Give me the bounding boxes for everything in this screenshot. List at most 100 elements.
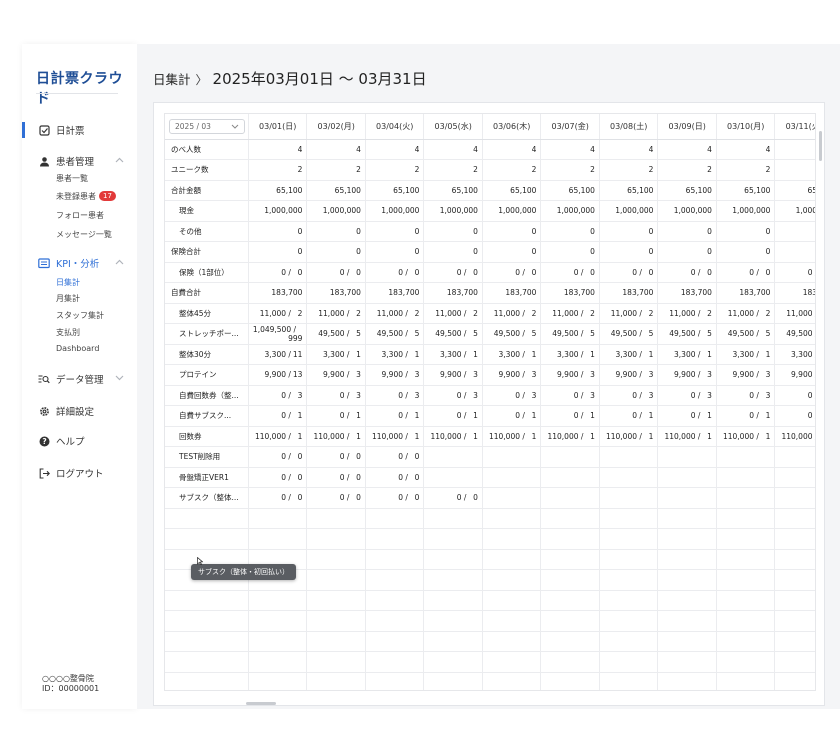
table-cell: 0 / 0 — [306, 446, 366, 468]
cell-amount: 110,000 / — [605, 431, 642, 441]
table-cell: 2 — [423, 159, 483, 181]
cell-count: 1 — [356, 349, 361, 359]
cell-count: 2 — [648, 308, 654, 318]
chevron-up-icon[interactable] — [115, 156, 125, 166]
sidebar-item-label: KPI・分析 — [56, 259, 100, 270]
table-cell: 1,000,000 — [716, 200, 776, 222]
cell-amount: 11,000 / — [318, 308, 350, 318]
sidebar-item-logout[interactable]: ログアウト — [38, 465, 104, 481]
empty-cell — [365, 590, 425, 611]
cell-amount: 49,500 / — [786, 329, 816, 339]
cell-amount: 9,900 / — [791, 370, 816, 380]
cell-count: 0 — [707, 267, 712, 277]
unregistered-count-badge: 17 — [99, 191, 116, 201]
cell-count: 1 — [356, 431, 361, 441]
table-cell: 0 / 1 — [248, 405, 308, 427]
empty-cell — [423, 528, 483, 550]
cell-amount: 0 / — [573, 267, 584, 277]
table-row: ストレッチポー... 1,049,500 /999 49,500 /5 49,500 … — [165, 323, 816, 345]
cell-amount: 9,900 / — [440, 370, 467, 380]
table-cell: 183,700 — [657, 282, 717, 304]
table-cell — [774, 139, 815, 160]
cell-amount: 49,500 / — [552, 329, 584, 339]
empty-cell — [774, 651, 815, 673]
empty-cell — [365, 631, 425, 652]
empty-cell — [365, 569, 425, 591]
cell-count: 5 — [414, 329, 420, 339]
vertical-scrollbar[interactable] — [819, 131, 822, 161]
data-search-icon — [38, 373, 50, 385]
table-cell: 110,000 / 1 — [599, 426, 659, 447]
empty-cell — [540, 631, 600, 652]
sidebar-item-patients[interactable]: 患者管理 — [38, 153, 94, 169]
empty-cell — [306, 651, 366, 673]
cell-amount: 0 / — [749, 390, 759, 400]
table-cell: 0 — [657, 221, 717, 242]
person-icon — [38, 155, 50, 167]
cell-count: 1 — [765, 411, 771, 421]
table-cell — [657, 487, 717, 509]
cell-amount: 3,300 / — [440, 349, 467, 359]
sidebar-sub-daily[interactable]: 日集計 — [56, 277, 80, 288]
table-cell: 4 — [657, 139, 717, 160]
sidebar-sub-patient-list[interactable]: 患者一覧 — [56, 173, 88, 184]
app-logo[interactable]: 日計票クラウド — [36, 68, 137, 108]
row-label: 現金 — [165, 200, 249, 222]
sidebar-sub-messages[interactable]: メッセージ一覧 — [56, 229, 112, 240]
cell-amount: 0 / — [456, 390, 467, 400]
empty-cell — [482, 631, 542, 652]
empty-cell — [482, 651, 542, 673]
cell-count: 1 — [531, 431, 537, 441]
empty-cell — [482, 549, 542, 570]
table-cell: 65,10 — [774, 179, 815, 201]
empty-cell — [716, 672, 776, 690]
sidebar-item-data[interactable]: データ管理 — [38, 371, 104, 387]
cell-amount: 0 / — [632, 411, 642, 421]
sidebar-item-daily-sheet[interactable]: 日計票 — [38, 122, 85, 138]
chevron-down-icon[interactable] — [115, 374, 125, 384]
sidebar-item-settings[interactable]: 詳細設定 — [38, 403, 94, 419]
table-cell: 0 / 3 — [657, 385, 717, 406]
cell-count: 0 — [297, 267, 303, 277]
empty-cell — [165, 528, 249, 550]
empty-cell — [165, 631, 249, 652]
table-cell: 0 / 0 — [657, 262, 717, 283]
cell-amount: 9,900 / — [381, 370, 408, 380]
chevron-up-icon[interactable] — [115, 258, 125, 268]
sidebar-item-help[interactable]: ? ヘルプ — [38, 433, 85, 449]
empty-cell — [774, 610, 815, 632]
empty-cell — [657, 549, 717, 570]
table-cell — [599, 467, 659, 488]
table-cell: 65,100 — [365, 179, 425, 201]
table-cell: 110,000 / 1 — [657, 426, 717, 447]
table-cell: 0 / 0 — [306, 467, 366, 488]
table-cell — [774, 221, 815, 242]
sidebar-sub-follow[interactable]: フォロー患者 — [56, 210, 104, 221]
cell-count: 3 — [707, 390, 712, 400]
cell-count: 11 — [292, 349, 303, 359]
table-row: のべ人数 4 4 4 4 4 4 4 4 4 — [165, 139, 815, 160]
sidebar-item-kpi[interactable]: KPI・分析 — [38, 255, 99, 271]
sidebar-sub-monthly[interactable]: 月集計 — [56, 293, 80, 304]
cell-amount: 0 / — [690, 267, 701, 277]
table-cell — [716, 467, 776, 488]
table-cell: 65,100 — [716, 179, 776, 201]
cell-count: 1 — [473, 411, 478, 421]
empty-cell — [482, 508, 542, 529]
sidebar-sub-payment[interactable]: 支払別 — [56, 327, 80, 338]
month-select[interactable]: 2025 / 03 — [169, 118, 245, 134]
table-cell: 0 — [599, 241, 659, 263]
cell-amount: 9,900 / — [264, 370, 291, 380]
date-column-header: 03/06(木) — [482, 114, 542, 140]
breadcrumb-daily[interactable]: 日集計 — [153, 72, 191, 87]
sidebar-sub-unregistered[interactable]: 未登録患者 17 — [56, 191, 116, 202]
horizontal-scrollbar[interactable] — [246, 702, 276, 705]
sidebar-sub-staff[interactable]: スタッフ集計 — [56, 310, 104, 321]
sidebar-item-label: 詳細設定 — [56, 407, 95, 418]
table-cell: 0 / — [774, 262, 815, 283]
table-cell: 9,900 / 3 — [599, 364, 659, 386]
table-row: 保険（1部位） 0 /0 0 /0 0 /0 0 /0 0 /0 0 /0 0 /0 0 /0 0… — [165, 262, 815, 283]
sidebar-sub-dashboard[interactable]: Dashboard — [56, 344, 99, 353]
table-cell: 2 — [716, 159, 776, 181]
daily-summary-table-wrap[interactable]: 2025 / 03 03/01(日) 03/02(月) 03/04(火) 03/05(… — [164, 113, 816, 691]
